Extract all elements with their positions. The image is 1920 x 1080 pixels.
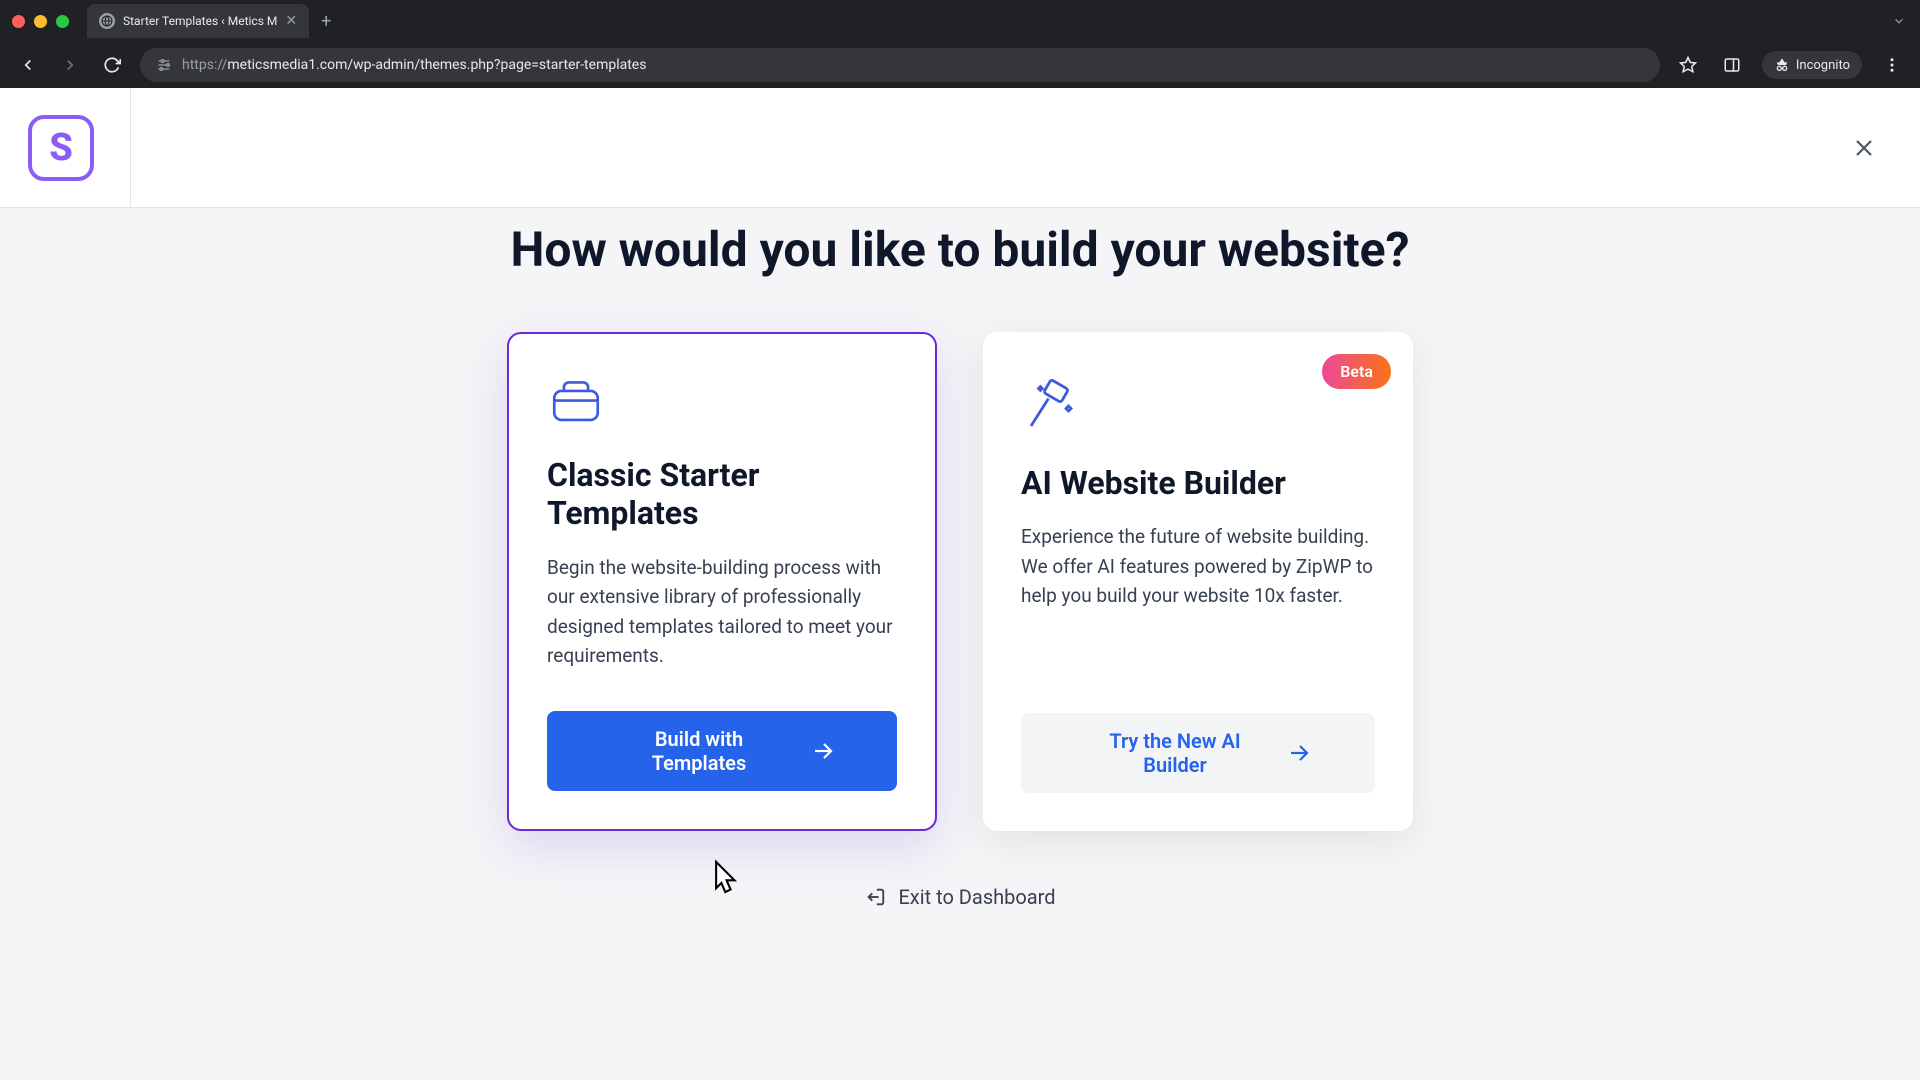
cards-row: Classic Starter Templates Begin the webs… bbox=[0, 332, 1920, 831]
exit-icon bbox=[864, 886, 886, 908]
url-bar[interactable]: https://meticsmedia1.com/wp-admin/themes… bbox=[140, 48, 1660, 82]
build-with-templates-button[interactable]: Build with Templates bbox=[547, 711, 897, 791]
ai-card-title: AI Website Builder bbox=[1021, 464, 1375, 502]
button-label: Try the New AI Builder bbox=[1085, 729, 1265, 777]
logo-letter: S bbox=[49, 126, 73, 170]
close-tab-button[interactable]: ✕ bbox=[285, 13, 297, 29]
site-settings-icon[interactable] bbox=[156, 57, 172, 73]
bookmark-icon[interactable] bbox=[1674, 51, 1702, 79]
maximize-window-button[interactable] bbox=[56, 15, 69, 28]
window-controls bbox=[12, 15, 69, 28]
incognito-label: Incognito bbox=[1796, 58, 1850, 73]
classic-card-description: Begin the website-building process with … bbox=[547, 553, 897, 671]
arrow-right-icon bbox=[1287, 741, 1311, 765]
app-header: S bbox=[0, 88, 1920, 208]
beta-badge: Beta bbox=[1322, 354, 1391, 389]
tab-bar: Starter Templates ‹ Metics M ✕ + bbox=[0, 0, 1920, 42]
ai-builder-card[interactable]: Beta AI Website Builder Experience the f… bbox=[983, 332, 1413, 831]
new-tab-button[interactable]: + bbox=[321, 11, 331, 32]
url-text: https://meticsmedia1.com/wp-admin/themes… bbox=[182, 57, 646, 73]
logo-wrap: S bbox=[28, 88, 131, 208]
chevron-down-icon[interactable] bbox=[1892, 14, 1906, 28]
side-panel-icon[interactable] bbox=[1718, 51, 1746, 79]
toolbar-right: Incognito bbox=[1674, 51, 1906, 79]
close-button[interactable] bbox=[1844, 128, 1884, 168]
briefcase-icon bbox=[547, 378, 897, 428]
browser-toolbar: https://meticsmedia1.com/wp-admin/themes… bbox=[0, 42, 1920, 88]
magic-wand-icon bbox=[1021, 376, 1375, 436]
minimize-window-button[interactable] bbox=[34, 15, 47, 28]
browser-tab[interactable]: Starter Templates ‹ Metics M ✕ bbox=[87, 4, 309, 38]
page-title: How would you like to build your website… bbox=[0, 220, 1920, 280]
incognito-badge[interactable]: Incognito bbox=[1762, 51, 1862, 79]
app-content: S How would you like to build your websi… bbox=[0, 88, 1920, 1080]
incognito-icon bbox=[1774, 57, 1790, 73]
globe-icon bbox=[99, 13, 115, 29]
close-window-button[interactable] bbox=[12, 15, 25, 28]
menu-icon[interactable] bbox=[1878, 51, 1906, 79]
tab-title: Starter Templates ‹ Metics M bbox=[123, 14, 277, 28]
header-divider bbox=[130, 88, 131, 208]
back-button[interactable] bbox=[14, 51, 42, 79]
ai-card-description: Experience the future of website buildin… bbox=[1021, 522, 1375, 672]
try-ai-builder-button[interactable]: Try the New AI Builder bbox=[1021, 713, 1375, 793]
arrow-right-icon bbox=[811, 739, 835, 763]
reload-button[interactable] bbox=[98, 51, 126, 79]
app-logo[interactable]: S bbox=[28, 115, 94, 181]
forward-button[interactable] bbox=[56, 51, 84, 79]
classic-card-title: Classic Starter Templates bbox=[547, 456, 897, 533]
browser-chrome: Starter Templates ‹ Metics M ✕ + https:/… bbox=[0, 0, 1920, 88]
exit-to-dashboard-link[interactable]: Exit to Dashboard bbox=[0, 885, 1920, 909]
exit-label: Exit to Dashboard bbox=[898, 885, 1055, 909]
button-label: Build with Templates bbox=[609, 727, 789, 775]
classic-templates-card[interactable]: Classic Starter Templates Begin the webs… bbox=[507, 332, 937, 831]
